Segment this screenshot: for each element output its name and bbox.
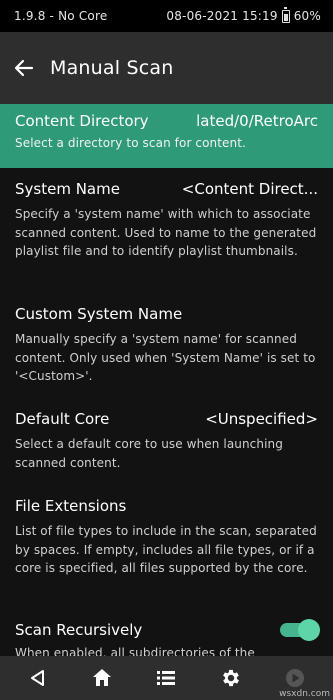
setting-title: Custom System Name bbox=[15, 305, 183, 323]
setting-value: <Unspecified> bbox=[205, 410, 318, 428]
watermark-text: wsxdn.com bbox=[279, 689, 330, 699]
gear-icon bbox=[222, 669, 239, 687]
list-icon bbox=[157, 671, 176, 685]
nav-back-button[interactable] bbox=[18, 658, 58, 698]
status-bar: 1.9.8 - No Core 08-06-2021 15:19 60% bbox=[0, 0, 333, 32]
setting-title: Content Directory bbox=[15, 112, 149, 130]
app-bar: Manual Scan bbox=[0, 32, 333, 104]
core-version-text: 1.9.8 - No Core bbox=[14, 9, 108, 23]
nav-settings-button[interactable] bbox=[211, 658, 251, 698]
setting-description: Specify a 'system name' with which to as… bbox=[15, 207, 317, 258]
setting-description: Manually specify a 'system name' for sca… bbox=[15, 332, 316, 383]
back-triangle-icon bbox=[31, 670, 45, 686]
setting-default-core[interactable]: Default Core <Unspecified> Select a defa… bbox=[0, 410, 333, 472]
setting-title: Default Core bbox=[15, 410, 110, 428]
toggle-knob bbox=[298, 619, 320, 641]
setting-title: File Extensions bbox=[15, 497, 127, 515]
datetime-text: 08-06-2021 15:19 bbox=[166, 9, 278, 23]
setting-file-extensions[interactable]: File Extensions List of file types to in… bbox=[0, 497, 333, 578]
setting-description: List of file types to include in the sca… bbox=[15, 524, 317, 575]
battery-percent: 60% bbox=[293, 9, 321, 23]
play-circle-icon bbox=[285, 669, 304, 687]
settings-list[interactable]: Content Directory lated/0/RetroArc Selec… bbox=[0, 104, 333, 656]
battery-icon bbox=[281, 6, 290, 23]
setting-description: Select a default core to use when launch… bbox=[15, 437, 283, 470]
setting-content-directory[interactable]: Content Directory lated/0/RetroArc Selec… bbox=[0, 104, 333, 168]
setting-custom-system-name[interactable]: Custom System Name Manually specify a 's… bbox=[0, 305, 333, 386]
setting-description: When enabled, all subdirectories of the bbox=[15, 646, 255, 656]
home-icon bbox=[93, 669, 112, 686]
nav-home-button[interactable] bbox=[82, 658, 122, 698]
nav-playlists-button[interactable] bbox=[146, 658, 186, 698]
setting-system-name[interactable]: System Name <Content Direct... Specify a… bbox=[0, 180, 333, 261]
setting-scan-recursively[interactable]: Scan Recursively When enabled, all subdi… bbox=[0, 619, 333, 656]
back-button[interactable] bbox=[12, 56, 36, 80]
setting-title: System Name bbox=[15, 180, 120, 198]
setting-title: Scan Recursively bbox=[15, 621, 143, 639]
scan-recursively-toggle[interactable] bbox=[280, 619, 320, 641]
setting-value: <Content Direct... bbox=[181, 180, 318, 198]
page-title: Manual Scan bbox=[50, 57, 174, 79]
setting-value: lated/0/RetroArc bbox=[196, 112, 318, 130]
status-right: 08-06-2021 15:19 60% bbox=[166, 6, 321, 23]
arrow-left-icon bbox=[14, 59, 34, 77]
bottom-nav-bar: wsxdn.com bbox=[0, 656, 333, 700]
setting-description: Select a directory to scan for content. bbox=[15, 136, 246, 150]
